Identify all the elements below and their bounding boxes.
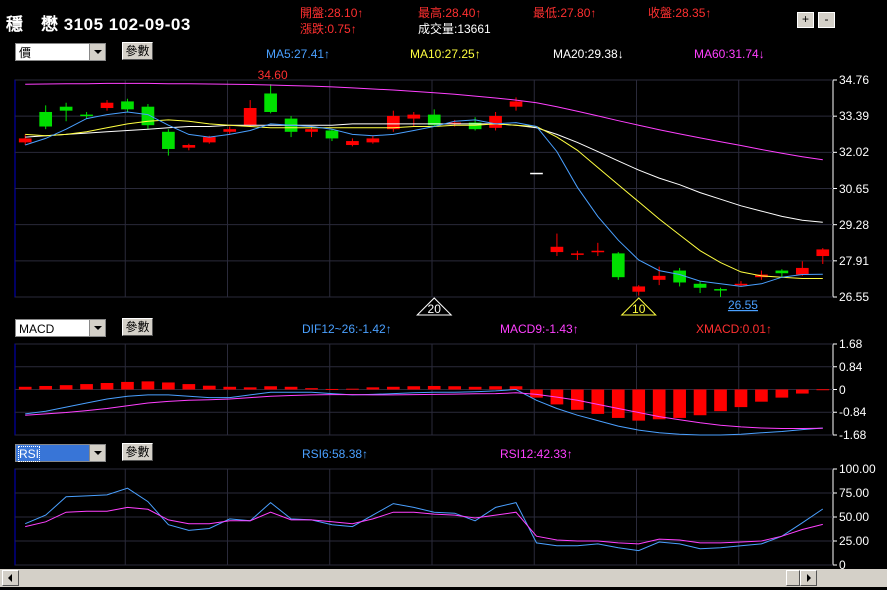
macd-bar bbox=[673, 389, 686, 418]
chart-canvas[interactable]: 34.60 26.55 20 10 bbox=[0, 0, 887, 587]
macd-tick-label: 1.68 bbox=[839, 337, 863, 351]
macd-bar bbox=[775, 389, 789, 398]
macd-bar bbox=[448, 386, 462, 390]
price-tick-label: 26.55 bbox=[839, 290, 870, 304]
macd-bar bbox=[427, 385, 441, 390]
candle-body bbox=[816, 249, 830, 257]
candle-body bbox=[141, 106, 155, 126]
candle-body bbox=[366, 138, 380, 143]
macd-bar bbox=[202, 385, 216, 390]
scroll-thumb[interactable] bbox=[786, 570, 800, 586]
macd-bar bbox=[39, 385, 53, 390]
candle-body bbox=[223, 129, 237, 132]
period-label: 10 bbox=[632, 302, 646, 316]
candle-body bbox=[571, 253, 584, 255]
macd-bar bbox=[100, 383, 114, 390]
candle-body bbox=[80, 114, 93, 117]
macd-bar bbox=[325, 388, 339, 390]
candle-body bbox=[202, 137, 216, 143]
candle-body bbox=[489, 115, 502, 128]
ma10-line bbox=[25, 119, 823, 279]
macd-bar bbox=[632, 389, 646, 421]
macd-bar bbox=[305, 388, 318, 390]
candle-body bbox=[611, 253, 625, 278]
low-marker: 26.55 bbox=[728, 298, 758, 312]
rsi-tick-label: 75.00 bbox=[839, 486, 870, 500]
candle-body bbox=[39, 111, 53, 127]
price-tick-label: 32.02 bbox=[839, 145, 870, 160]
horizontal-scrollbar[interactable] bbox=[0, 569, 887, 587]
candle-body bbox=[673, 270, 686, 283]
candle-body bbox=[550, 246, 564, 253]
panel-frames bbox=[14, 79, 837, 566]
macd-bar bbox=[243, 387, 257, 390]
candle-body bbox=[162, 131, 175, 149]
macd-tick-label: -1.68 bbox=[839, 428, 867, 442]
price-tick-label: 30.65 bbox=[839, 181, 870, 196]
candle-body bbox=[714, 289, 727, 291]
period-label: 20 bbox=[428, 302, 442, 316]
macd-bar bbox=[223, 386, 237, 390]
macd-bar bbox=[386, 386, 400, 390]
macd-tick-label: 0 bbox=[839, 382, 846, 397]
candle-body bbox=[264, 93, 277, 112]
macd-bar bbox=[121, 381, 134, 390]
candle-body bbox=[346, 141, 359, 146]
candle-body bbox=[509, 101, 523, 107]
candle-body bbox=[325, 130, 339, 139]
macd-bar bbox=[346, 388, 359, 390]
macd-tick-label: 0.84 bbox=[839, 359, 863, 374]
macd-bar bbox=[18, 386, 32, 390]
macd-bar bbox=[59, 385, 73, 390]
macd-bar bbox=[489, 386, 502, 390]
macd-bar bbox=[141, 381, 155, 390]
price-tick-label: 34.76 bbox=[839, 73, 870, 87]
rsi-tick-label: 100.00 bbox=[839, 462, 876, 476]
macd-bar bbox=[468, 386, 482, 390]
candle-body bbox=[243, 108, 257, 126]
price-tick-label: 33.39 bbox=[839, 109, 870, 124]
macd-bar bbox=[80, 384, 93, 390]
price-tick-label: 29.28 bbox=[839, 217, 870, 232]
macd-bar bbox=[755, 389, 768, 402]
macd-bar bbox=[714, 389, 727, 412]
candle-body bbox=[734, 283, 748, 286]
macd-bar bbox=[264, 386, 277, 390]
rsi12-line bbox=[25, 506, 823, 545]
candle-body bbox=[591, 250, 605, 253]
macd-bar bbox=[366, 387, 380, 390]
price-panel: 34.60 26.55 20 10 bbox=[18, 68, 830, 316]
high-marker: 34.60 bbox=[258, 68, 288, 82]
macd-bar bbox=[182, 384, 196, 390]
candle-body bbox=[652, 275, 666, 280]
candle-body bbox=[100, 102, 114, 109]
macd-bar bbox=[693, 389, 707, 416]
rsi-tick-label: 50.00 bbox=[839, 510, 870, 524]
macd-bar bbox=[652, 389, 666, 420]
macd-bar bbox=[284, 386, 298, 390]
macd-bar bbox=[734, 389, 748, 408]
candle-body bbox=[530, 172, 543, 175]
candle-body bbox=[407, 114, 421, 119]
candle-body bbox=[305, 129, 318, 132]
candle-body bbox=[59, 106, 73, 111]
macd-bar bbox=[611, 389, 625, 418]
candle-body bbox=[775, 270, 789, 274]
candle-body bbox=[121, 101, 134, 110]
scroll-right-icon[interactable] bbox=[800, 570, 817, 586]
macd-bar bbox=[816, 389, 830, 391]
candle-body bbox=[795, 267, 809, 275]
macd-bar bbox=[591, 389, 605, 414]
candle-body bbox=[632, 286, 646, 292]
macd-tick-label: -0.84 bbox=[839, 405, 867, 420]
price-tick-label: 27.91 bbox=[839, 253, 870, 268]
candle-body bbox=[693, 283, 707, 288]
macd-bar bbox=[162, 382, 175, 390]
candle-body bbox=[18, 138, 32, 143]
scroll-left-icon[interactable] bbox=[2, 570, 19, 586]
rsi-tick-label: 25.00 bbox=[839, 534, 870, 548]
macd-bar bbox=[407, 386, 421, 390]
candle-body bbox=[182, 145, 196, 148]
macd-bar bbox=[795, 389, 809, 394]
